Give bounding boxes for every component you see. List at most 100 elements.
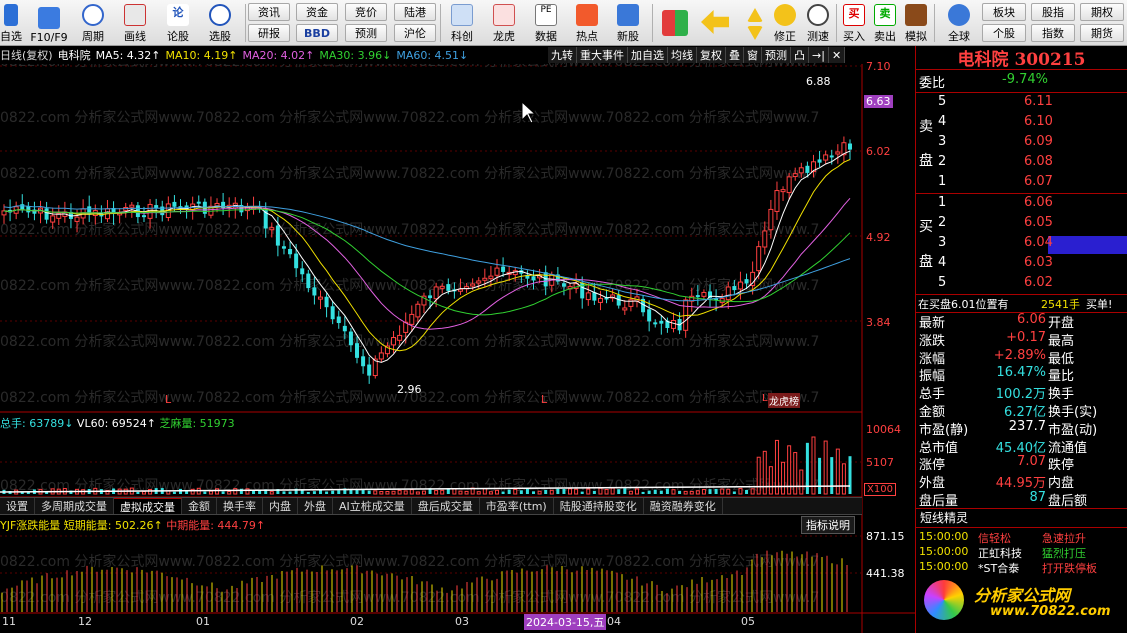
toolbar-f10[interactable]: F10/F9 bbox=[28, 2, 70, 44]
kline-chart-area[interactable]: 0822.com 分析家公式网www.70822.com 分析家公式网www.7… bbox=[0, 46, 915, 633]
btn-stocks[interactable]: 个股 bbox=[982, 24, 1026, 42]
volume-bar bbox=[233, 488, 238, 495]
btn-bbd[interactable]: BBD bbox=[296, 24, 338, 42]
chart-toolbar: 九转 重大事件 加自选 均线 复权 叠 窗 预测 凸 →| ✕ bbox=[548, 47, 846, 65]
volume-bar bbox=[568, 488, 573, 495]
sprite-title[interactable]: 短线精灵 bbox=[916, 509, 1127, 529]
tab-stock-connect[interactable]: 陆股通持股变化 bbox=[554, 498, 644, 514]
toolbar-screener[interactable]: 选股 bbox=[200, 2, 240, 44]
tool-ma-lines[interactable]: 均线 bbox=[668, 47, 697, 63]
candle-body bbox=[732, 286, 737, 291]
back-arrow-icon bbox=[701, 10, 729, 34]
tool-jiuzhuan[interactable]: 九转 bbox=[548, 47, 577, 63]
divider bbox=[916, 294, 1127, 295]
tab-amount[interactable]: 金额 bbox=[182, 498, 217, 514]
toolbar-speedtest[interactable]: 测速 bbox=[803, 2, 833, 44]
btn-forecast[interactable]: 预测 bbox=[345, 24, 387, 42]
toolbar-ipo[interactable]: 新股 bbox=[610, 2, 646, 44]
watermark-text: 0822.com 分析家公式网www.70822.com 分析家公式网www.7… bbox=[0, 109, 819, 126]
candle-body bbox=[312, 287, 317, 296]
ipo-icon bbox=[617, 4, 639, 26]
toolbar-layout[interactable] bbox=[660, 2, 690, 44]
tab-ai-volume[interactable]: AI立桩成交量 bbox=[333, 498, 412, 514]
ask-row[interactable]: 3 6.09 bbox=[916, 134, 1127, 154]
volume-bar bbox=[830, 457, 834, 494]
tab-settings[interactable]: 设置 bbox=[0, 498, 35, 514]
volume-bar bbox=[799, 469, 804, 495]
tool-adjust[interactable]: 复权 bbox=[697, 47, 726, 63]
tool-overlay[interactable]: 叠 bbox=[726, 47, 744, 63]
bid-row[interactable]: 2 6.05 bbox=[916, 215, 1127, 235]
toolbar-data[interactable]: PE 数据 bbox=[528, 2, 564, 44]
toolbar-forum[interactable]: 论 论股 bbox=[160, 2, 196, 44]
bid-row[interactable]: 1 6.06 bbox=[916, 195, 1127, 215]
tab-pe-ttm[interactable]: 市盈率(ttm) bbox=[480, 498, 554, 514]
toolbar-correct[interactable]: 修正 bbox=[770, 2, 800, 44]
tool-add-watchlist[interactable]: 加自选 bbox=[628, 47, 668, 63]
btn-futures[interactable]: 期货 bbox=[1080, 24, 1124, 42]
btn-funds[interactable]: 资金 bbox=[296, 3, 338, 21]
tool-close-icon[interactable]: ✕ bbox=[828, 47, 846, 63]
ask-row[interactable]: 5 6.11 bbox=[916, 94, 1127, 114]
candle-body bbox=[774, 190, 780, 212]
toolbar-hotspot[interactable]: 热点 bbox=[569, 2, 605, 44]
tab-outer[interactable]: 外盘 bbox=[298, 498, 333, 514]
volume-bar bbox=[544, 489, 548, 494]
tool-end-icon[interactable]: →| bbox=[809, 47, 829, 63]
candle-body bbox=[695, 295, 700, 298]
toolbar-up-down[interactable] bbox=[742, 2, 768, 44]
tool-window[interactable]: 窗 bbox=[744, 47, 762, 63]
volume-bar bbox=[507, 489, 511, 494]
chart-canvas[interactable]: 0822.com 分析家公式网www.70822.com 分析家公式网www.7… bbox=[0, 46, 915, 633]
volume-bar bbox=[227, 491, 232, 495]
vl60-label: VL60: 69524↑ bbox=[76, 417, 156, 430]
candle-body bbox=[281, 246, 286, 249]
toolbar-dragon-tiger[interactable]: 龙虎 bbox=[484, 2, 524, 44]
btn-auction[interactable]: 竞价 bbox=[345, 3, 387, 21]
toolbar-star-market[interactable]: 科创 bbox=[444, 2, 480, 44]
toolbar-draw[interactable]: 画线 bbox=[116, 2, 154, 44]
volume-bar bbox=[373, 490, 378, 495]
bid-row[interactable]: 4 6.03 bbox=[916, 255, 1127, 275]
indicator-help-button[interactable]: 指标说明 bbox=[801, 516, 855, 534]
btn-info[interactable]: 资讯 bbox=[248, 3, 290, 21]
toolbar-simulate[interactable]: 模拟 bbox=[902, 2, 930, 44]
toolbar-watchlist[interactable]: 自选 bbox=[0, 2, 22, 44]
tab-virtual-volume[interactable]: 虚拟成交量 bbox=[114, 498, 182, 514]
stock-title: 电科院 300215 bbox=[916, 46, 1127, 70]
ma-legend: 日线(复权) 电科院 MA5: 4.32↑ MA10: 4.19↑ MA20: … bbox=[0, 46, 548, 64]
toolbar-global[interactable]: 全球 bbox=[940, 2, 978, 44]
toolbar-back[interactable] bbox=[700, 2, 730, 44]
hotspot-icon bbox=[576, 4, 598, 26]
tool-forecast[interactable]: 预测 bbox=[762, 47, 791, 63]
btn-shanghai-london[interactable]: 沪伦 bbox=[394, 24, 436, 42]
bid-row[interactable]: 3 6.04 bbox=[916, 235, 1127, 255]
ask-row[interactable]: 1 6.07 bbox=[916, 174, 1127, 194]
tab-turnover[interactable]: 换手率 bbox=[217, 498, 263, 514]
tab-after-hours-volume[interactable]: 盘后成交量 bbox=[412, 498, 480, 514]
ask-row[interactable]: 4 6.10 bbox=[916, 114, 1127, 134]
ask-row[interactable]: 2 6.08 bbox=[916, 154, 1127, 174]
btn-index-futures[interactable]: 股指 bbox=[1031, 3, 1075, 21]
toolbar-buy[interactable]: 买 买入 bbox=[840, 2, 868, 44]
btn-options[interactable]: 期权 bbox=[1080, 3, 1124, 21]
volume-bar bbox=[385, 491, 390, 495]
toolbar-sell[interactable]: 卖 卖出 bbox=[871, 2, 899, 44]
tab-inner[interactable]: 内盘 bbox=[263, 498, 298, 514]
tab-multi-period-volume[interactable]: 多周期成交量 bbox=[35, 498, 114, 514]
tool-major-events[interactable]: 重大事件 bbox=[577, 47, 628, 63]
tab-margin[interactable]: 融资融券变化 bbox=[644, 498, 723, 514]
ma20-label: MA20: 4.02↑ bbox=[242, 48, 315, 62]
toolbar-period[interactable]: 周期 bbox=[74, 2, 112, 44]
tool-lock-icon[interactable]: 凸 bbox=[791, 47, 809, 63]
btn-research[interactable]: 研报 bbox=[248, 24, 290, 42]
time-axis-label: 04 bbox=[607, 615, 621, 628]
candle-body bbox=[324, 296, 329, 308]
time-axis-label: 12 bbox=[78, 615, 92, 628]
bid-row[interactable]: 5 6.02 bbox=[916, 275, 1127, 295]
btn-hk-connect[interactable]: 陆港 bbox=[394, 3, 436, 21]
volume-bar bbox=[683, 490, 688, 495]
candle-body bbox=[780, 189, 786, 193]
btn-sector[interactable]: 板块 bbox=[982, 3, 1026, 21]
btn-indices[interactable]: 指数 bbox=[1031, 24, 1075, 42]
